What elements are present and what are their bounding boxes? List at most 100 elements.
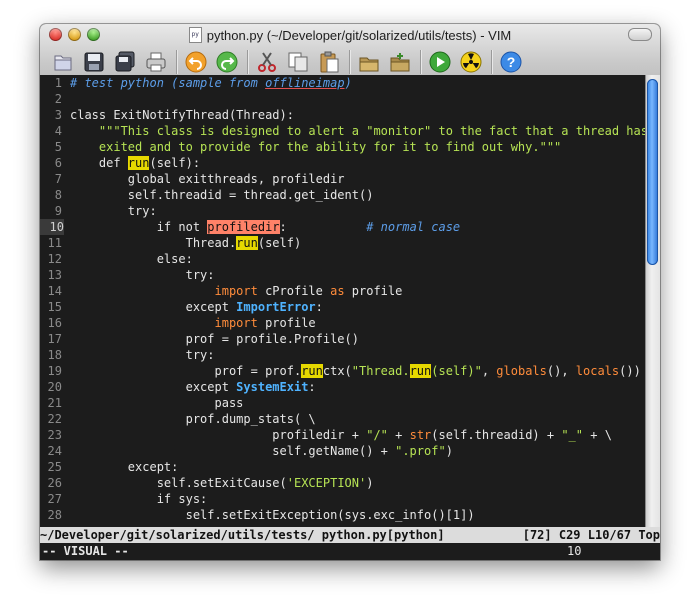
code-line[interactable]: 11 Thread.run(self) bbox=[40, 235, 646, 251]
cut-icon[interactable] bbox=[254, 49, 280, 75]
copy-icon[interactable] bbox=[285, 49, 311, 75]
code-token: 'EXCEPTION' bbox=[286, 476, 367, 490]
toolbar-separator bbox=[420, 50, 421, 74]
code-token: pass bbox=[70, 396, 244, 410]
code-line[interactable]: 21 pass bbox=[40, 395, 646, 411]
code-line[interactable]: 22 prof.dump_stats( \ bbox=[40, 411, 646, 427]
code-line[interactable]: 6 def run(self): bbox=[40, 155, 646, 171]
code-line[interactable]: 12 else: bbox=[40, 251, 646, 267]
code-line[interactable]: 23 profiledir + "/" + str(self.threadid)… bbox=[40, 427, 646, 443]
line-number: 26 bbox=[47, 476, 62, 490]
code-line[interactable]: 2 bbox=[40, 91, 646, 107]
code-token: profiledir + bbox=[70, 428, 367, 442]
code-token: profiledir bbox=[207, 220, 280, 234]
code-token: self.setExitCause( bbox=[70, 476, 287, 490]
code-token: ".prof" bbox=[395, 444, 446, 458]
code-line[interactable]: 4 """This class is designed to alert a "… bbox=[40, 123, 646, 139]
code-line[interactable]: 3 class ExitNotifyThread(Thread): bbox=[40, 107, 646, 123]
code-line[interactable]: 9 try: bbox=[40, 203, 646, 219]
line-number: 23 bbox=[47, 428, 62, 442]
code-editor[interactable]: 1 # test python (sample from offlineimap)… bbox=[40, 75, 646, 527]
code-line[interactable]: 25 except: bbox=[40, 459, 646, 475]
undo-icon[interactable] bbox=[183, 49, 209, 75]
code-token: if not bbox=[70, 220, 208, 234]
line-number: 3 bbox=[54, 108, 62, 122]
code-token: except: bbox=[70, 460, 179, 474]
code-line[interactable]: 24 self.getName() + ".prof") bbox=[40, 443, 646, 459]
svg-text:?: ? bbox=[507, 54, 516, 70]
line-number: 13 bbox=[47, 268, 62, 282]
save-all-icon[interactable] bbox=[112, 49, 138, 75]
code-token: run bbox=[409, 364, 432, 378]
help-icon[interactable]: ? bbox=[498, 49, 524, 75]
line-number: 4 bbox=[54, 124, 62, 138]
code-line[interactable]: 15 except ImportError: bbox=[40, 299, 646, 315]
vertical-scrollbar[interactable] bbox=[645, 75, 660, 527]
code-line[interactable]: 5 exited and to provide for the ability … bbox=[40, 139, 646, 155]
code-line[interactable]: 7 global exitthreads, profiledir bbox=[40, 171, 646, 187]
line-number: 22 bbox=[47, 412, 62, 426]
command-line[interactable]: -- VISUAL -- 10 bbox=[40, 543, 660, 560]
code-token: prof = prof. bbox=[70, 364, 302, 378]
toolbar-toggle-button[interactable] bbox=[628, 28, 652, 41]
code-token: self.getName() + bbox=[70, 444, 396, 458]
code-line[interactable]: 20 except SystemExit: bbox=[40, 379, 646, 395]
code-line[interactable]: 14 import cProfile as profile bbox=[40, 283, 646, 299]
code-line[interactable]: 8 self.threadid = thread.get_ident() bbox=[40, 187, 646, 203]
line-number: 5 bbox=[54, 140, 62, 154]
line-number: 17 bbox=[47, 332, 62, 346]
line-number: 7 bbox=[54, 172, 62, 186]
redo-icon[interactable] bbox=[214, 49, 240, 75]
scrollbar-thumb[interactable] bbox=[647, 79, 658, 265]
find-icon[interactable] bbox=[356, 49, 382, 75]
python-file-icon[interactable]: py bbox=[188, 27, 202, 43]
line-number: 27 bbox=[47, 492, 62, 506]
line-number: 18 bbox=[47, 348, 62, 362]
code-token: """This class is designed to alert a "mo… bbox=[98, 124, 646, 138]
line-number: 14 bbox=[47, 284, 62, 298]
code-token: import bbox=[214, 284, 258, 298]
code-token: # test python (sample from bbox=[70, 76, 266, 90]
code-token: Thread. bbox=[70, 236, 237, 250]
line-number: 15 bbox=[47, 300, 62, 314]
code-line[interactable]: 28 self.setExitException(sys.exc_info()[… bbox=[40, 507, 646, 523]
open-icon[interactable] bbox=[50, 49, 76, 75]
find-replace-icon[interactable] bbox=[387, 49, 413, 75]
code-line[interactable]: 10 if not profiledir: # normal case bbox=[40, 219, 646, 235]
status-position: [72] C29 L10/67 Top bbox=[522, 528, 660, 542]
code-token: "/" bbox=[366, 428, 388, 442]
code-token: global exitthreads, profiledir bbox=[70, 172, 345, 186]
paste-icon[interactable] bbox=[316, 49, 342, 75]
line-number: 16 bbox=[47, 316, 62, 330]
line-number: 8 bbox=[54, 188, 62, 202]
code-token: # normal case bbox=[366, 220, 461, 234]
code-line[interactable]: 13 try: bbox=[40, 267, 646, 283]
code-token: as bbox=[330, 284, 345, 298]
code-token: (self.threadid) + bbox=[431, 428, 562, 442]
code-line[interactable]: 26 self.setExitCause('EXCEPTION') bbox=[40, 475, 646, 491]
window-title: python.py (~/Developer/git/solarized/uti… bbox=[206, 27, 512, 43]
code-token: exited and to provide for the ability fo… bbox=[70, 140, 562, 154]
code-token: run bbox=[236, 236, 258, 250]
code-token: SystemExit bbox=[236, 380, 309, 394]
title-area: py python.py (~/Developer/git/solarized/… bbox=[40, 26, 660, 44]
print-icon[interactable] bbox=[143, 49, 169, 75]
code-line[interactable]: 1 # test python (sample from offlineimap) bbox=[40, 75, 646, 91]
code-line[interactable]: 27 if sys: bbox=[40, 491, 646, 507]
save-icon[interactable] bbox=[81, 49, 107, 75]
code-token: except bbox=[70, 300, 237, 314]
radioactive-icon[interactable] bbox=[458, 49, 484, 75]
code-token: import bbox=[214, 316, 258, 330]
code-line[interactable]: 19 prof = prof.runctx("Thread.run(self)"… bbox=[40, 363, 646, 379]
code-line[interactable]: 16 import profile bbox=[40, 315, 646, 331]
code-token: try: bbox=[70, 268, 215, 282]
toolbar: ? bbox=[50, 47, 529, 77]
code-line[interactable]: 18 try: bbox=[40, 347, 646, 363]
toolbar-separator bbox=[247, 50, 248, 74]
code-token: try: bbox=[70, 348, 215, 362]
code-token: : bbox=[308, 380, 316, 394]
code-line[interactable]: 17 prof = profile.Profile() bbox=[40, 331, 646, 347]
run-icon[interactable] bbox=[427, 49, 453, 75]
line-number: 11 bbox=[47, 236, 62, 250]
